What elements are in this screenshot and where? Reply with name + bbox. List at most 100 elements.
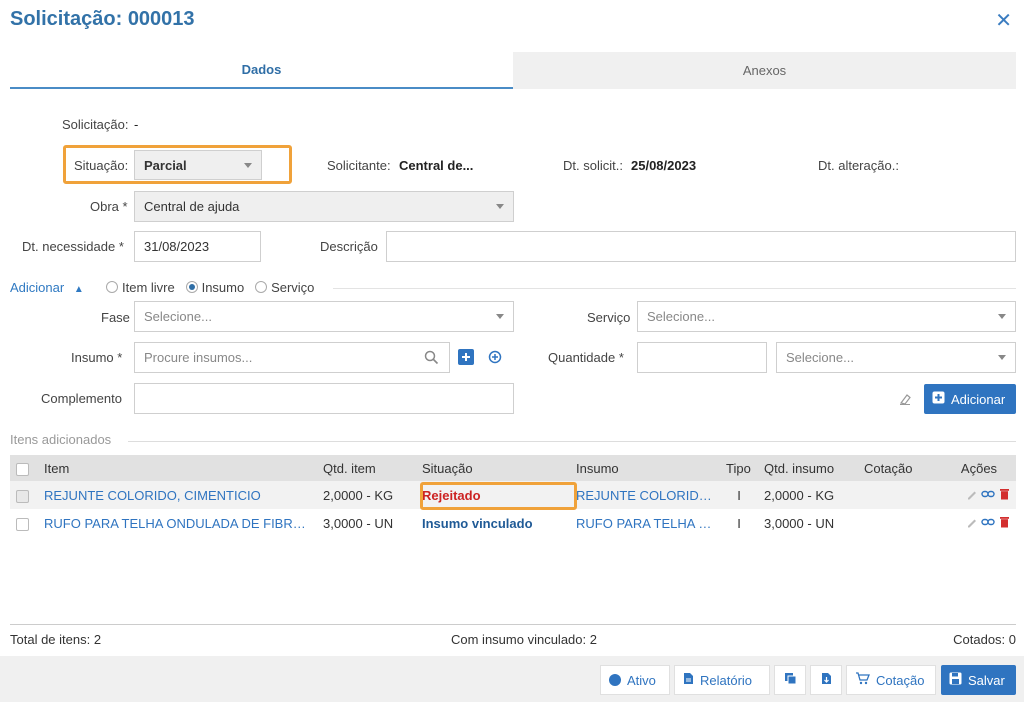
eraser-icon[interactable] — [896, 390, 914, 408]
tab-dados[interactable]: Dados — [10, 52, 513, 89]
cell-tipo: I — [720, 481, 758, 509]
dt-necessidade-value: 31/08/2023 — [144, 239, 210, 254]
insumo-search-input[interactable]: Procure insumos... — [134, 342, 450, 373]
cell-qtd-insumo: 2,0000 - KG — [758, 481, 858, 509]
situacao-value: Parcial — [144, 157, 187, 173]
link-icon[interactable] — [981, 516, 996, 531]
servico-placeholder: Selecione... — [647, 309, 715, 324]
add-item-label: Adicionar — [951, 391, 1006, 407]
dt-solicit-value: 25/08/2023 — [631, 158, 697, 173]
dt-alteracao-label: Dt. alteração.: — [818, 158, 899, 173]
link-icon[interactable] — [981, 488, 996, 503]
cell-qtd-item: 3,0000 - UN — [323, 515, 394, 531]
unidade-select[interactable]: Selecione... — [776, 342, 1016, 373]
solicitacao-value: - — [134, 117, 139, 132]
cell-tipo: I — [737, 515, 741, 531]
cell-item[interactable]: REJUNTE COLORIDO, CIMENTICIO — [38, 481, 317, 509]
relatorio-label: Relatório — [700, 672, 753, 688]
divider — [333, 288, 1016, 289]
fase-label: Fase — [101, 310, 130, 325]
tab-bar: Dados Anexos — [10, 52, 1016, 89]
cotacao-button[interactable]: Cotação — [846, 665, 936, 695]
situacao-select[interactable]: Parcial — [134, 150, 262, 180]
trash-icon[interactable] — [999, 488, 1010, 503]
cell-cotacao — [858, 509, 942, 537]
cart-icon — [855, 672, 870, 688]
tab-anexos[interactable]: Anexos — [513, 52, 1016, 89]
obra-label: Obra * — [90, 199, 128, 214]
col-header-qtd-insumo[interactable]: Qtd. insumo — [758, 455, 858, 481]
copy-button[interactable] — [774, 665, 806, 695]
row-checkbox[interactable] — [10, 509, 38, 537]
pencil-icon[interactable] — [966, 488, 978, 503]
col-header-situacao[interactable]: Situação — [416, 455, 570, 481]
situacao-label: Situação: — [74, 158, 129, 173]
solicitante-value: Central de... — [399, 158, 474, 173]
descricao-input[interactable] — [386, 231, 1016, 262]
col-header-item[interactable]: Item — [38, 455, 317, 481]
col-header-tipo[interactable]: Tipo — [720, 455, 758, 481]
adicionar-title: Adicionar — [10, 280, 65, 295]
chevron-down-icon — [496, 204, 504, 209]
select-all-checkbox[interactable] — [10, 455, 38, 481]
complemento-input[interactable] — [134, 383, 514, 414]
document-icon — [683, 672, 694, 688]
add-circle-icon[interactable] — [486, 348, 504, 366]
col-header-qtd-item[interactable]: Qtd. item — [317, 455, 416, 481]
ativo-button[interactable]: Ativo — [600, 665, 670, 695]
com-insumo-vinculado: Com insumo vinculado: 2 — [451, 632, 597, 647]
col-header-cotacao[interactable]: Cotação — [858, 455, 942, 481]
chevron-down-icon — [496, 314, 504, 319]
add-insumo-icon[interactable] — [458, 349, 474, 365]
save-button[interactable]: Salvar — [941, 665, 1016, 695]
radio-insumo[interactable]: Insumo — [185, 280, 244, 295]
adicionar-toggle[interactable]: Adicionar ▲ — [10, 280, 84, 295]
obra-select[interactable]: Central de ajuda — [134, 191, 514, 222]
cell-cotacao — [858, 481, 942, 509]
col-header-insumo[interactable]: Insumo — [570, 455, 720, 481]
chevron-down-icon — [244, 163, 252, 168]
servico-label: Serviço — [587, 310, 631, 325]
rejeitado-highlight — [420, 482, 577, 510]
quantidade-input[interactable] — [637, 342, 767, 373]
close-icon[interactable]: ✕ — [995, 8, 1012, 33]
cell-qtd-item: 2,0000 - KG — [317, 481, 416, 509]
cell-insumo[interactable]: REJUNTE COLORIDO, ... — [570, 481, 720, 509]
radio-servico[interactable]: Serviço — [255, 280, 314, 295]
complemento-label: Complemento — [41, 391, 122, 406]
add-item-button[interactable]: Adicionar — [924, 384, 1016, 414]
insumo-placeholder: Procure insumos... — [144, 350, 253, 365]
dt-solicit-label: Dt. solicit.: — [563, 158, 623, 173]
item-type-radio-group: Item livre Insumo Serviço — [106, 280, 314, 295]
file-arrow-icon — [821, 672, 832, 688]
cell-item[interactable]: RUFO PARA TELHA ONDULADA DE FIBRO... — [38, 509, 317, 537]
cell-qtd-insumo: 3,0000 - UN — [764, 515, 835, 531]
search-icon[interactable] — [424, 350, 439, 368]
dt-necessidade-label: Dt. necessidade * — [22, 239, 124, 254]
table-header-row: Item Qtd. item Situação Insumo Tipo Qtd.… — [10, 455, 1016, 481]
fase-select[interactable]: Selecione... — [134, 301, 514, 332]
chevron-down-icon — [998, 314, 1006, 319]
trash-icon[interactable] — [999, 516, 1010, 531]
radio-item-livre[interactable]: Item livre — [106, 280, 175, 295]
relatorio-button[interactable]: Relatório — [674, 665, 770, 695]
radio-icon — [106, 281, 118, 293]
cell-insumo[interactable]: RUFO PARA TELHA O... — [570, 509, 720, 537]
cell-acoes — [942, 481, 1016, 509]
export-button[interactable] — [810, 665, 842, 695]
insumo-label: Insumo * — [71, 350, 123, 365]
status-badge: Insumo vinculado — [422, 515, 533, 531]
row-checkbox[interactable] — [10, 481, 38, 509]
page-title: Solicitação: 000013 — [10, 8, 195, 30]
table-row[interactable]: RUFO PARA TELHA ONDULADA DE FIBRO... 3,0… — [10, 509, 1016, 537]
pencil-icon[interactable] — [966, 516, 978, 531]
obra-value: Central de ajuda — [144, 199, 240, 214]
status-dot-icon — [609, 674, 621, 686]
divider — [10, 624, 1016, 625]
cell-situacao: Insumo vinculado — [416, 509, 570, 537]
dt-necessidade-input[interactable]: 31/08/2023 — [134, 231, 261, 262]
servico-select[interactable]: Selecione... — [637, 301, 1016, 332]
chevron-down-icon — [998, 355, 1006, 360]
cotacao-label: Cotação — [876, 672, 925, 688]
copy-icon — [784, 672, 797, 688]
